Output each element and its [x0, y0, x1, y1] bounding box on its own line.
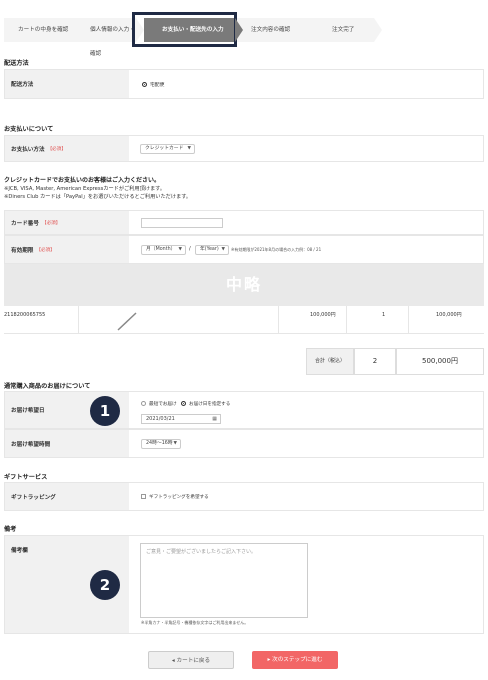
card-number-row: カード番号 【必須】 [4, 210, 484, 235]
back-to-cart-button[interactable]: ◂ カートに戻る [148, 651, 234, 669]
expiry-label: 有効期限 【必須】 [5, 236, 129, 263]
gift-wrapping-option[interactable]: ギフトラッピングを希望する [141, 494, 209, 500]
gift-label: ギフトラッピング [5, 483, 129, 510]
chevron-down-icon: ▼ [178, 247, 182, 252]
payment-method-select[interactable]: クレジットカード ▼ [140, 144, 195, 154]
product-price: 100,000円 [310, 312, 336, 318]
expiry-separator: / [189, 246, 191, 252]
step-cart: カートの中身を確認 [4, 18, 84, 42]
remarks-textarea[interactable]: ご意見・ご要望がございましたらご記入下さい。 [140, 543, 308, 618]
step-label: 個人情報の入力・確認 [90, 27, 135, 57]
option-specify-label: お届け日を指定する [189, 402, 231, 407]
product-qty: 1 [382, 312, 386, 318]
table-divider [408, 306, 409, 334]
expiry-label-text: 有効期限 [11, 247, 34, 254]
expiry-row: 有効期限 【必須】 月（Month） ▼ / 年(Year) ▼ ※有効期限が2021… [4, 235, 484, 264]
total-qty: 2 [354, 348, 396, 375]
chevron-down-icon: ▼ [221, 247, 225, 252]
delivery-time-label-text: お届け希望時間 [11, 441, 51, 448]
delivery-time-label: お届け希望時間 [5, 430, 129, 457]
regular-delivery-section-title: 通常購入商品のお届けについて [4, 383, 91, 390]
step-personal-info: 個人情報の入力・確認 [76, 18, 144, 57]
payment-select-value: クレジットカード [145, 146, 184, 151]
delivery-option[interactable]: 宅配便 [142, 81, 164, 88]
step-label: カートの中身を確認 [18, 27, 69, 33]
table-divider [278, 306, 279, 334]
delivery-time-value: 24時〜16時 [146, 441, 173, 446]
required-badge: 【必須】 [41, 220, 61, 226]
month-select-value: 月（Month） [146, 247, 176, 252]
payment-label-text: お支払い方法 [11, 146, 45, 153]
product-subtotal: 100,000円 [436, 312, 462, 318]
chevron-down-icon: ▼ [173, 441, 177, 446]
checkout-steps: カートの中身を確認 個人情報の入力・確認 お支払い・配送先の入力 注文内容の確認… [4, 18, 482, 57]
chevron-down-icon: ▼ [187, 146, 191, 151]
delivery-date-value: 2021/03/21 [146, 416, 175, 422]
checkbox-icon[interactable] [141, 494, 146, 499]
next-button-label: 次のステップに進む [272, 657, 323, 663]
back-button-label: カートに戻る [176, 658, 211, 664]
omitted-section-banner: 中略 [4, 264, 484, 306]
gift-row: ギフトラッピング ギフトラッピングを希望する [4, 482, 484, 511]
delivery-option-label: 宅配便 [150, 83, 165, 88]
option-earliest-label: 最短でお届け [149, 402, 177, 407]
table-divider [78, 306, 79, 334]
annotation-badge-2: 2 [90, 570, 120, 600]
expiry-month-select[interactable]: 月（Month） ▼ [141, 245, 186, 255]
expiry-year-select[interactable]: 年(Year) ▼ [195, 245, 229, 255]
table-divider [346, 306, 347, 334]
next-step-button[interactable]: ▸ 次のステップに進む [252, 651, 338, 669]
product-image [117, 312, 137, 331]
delivery-date-label-text: お届け希望日 [11, 408, 45, 414]
card-number-label-text: カード番号 [11, 220, 39, 227]
delivery-section-title: 配送方法 [4, 60, 29, 67]
card-number-input[interactable] [141, 218, 223, 228]
delivery-row: 配送方法 宅配便 [4, 69, 484, 99]
expiry-note: ※有効期限が2021年8月の場合の入力例：08 / 21 [231, 247, 322, 252]
delivery-time-row: お届け希望時間 24時〜16時 ▼ [4, 429, 484, 458]
table-row: 2118200065755 100,000円 1 100,000円 [4, 306, 484, 334]
remarks-label-text: 備考欄 [11, 548, 28, 554]
total-amount: 500,000円 [396, 348, 484, 375]
delivery-label: 配送方法 [5, 70, 129, 98]
gift-option-label: ギフトラッピングを希望する [149, 495, 209, 500]
product-code: 2118200065755 [4, 312, 46, 318]
remarks-section-title: 備考 [4, 526, 17, 533]
delivery-date-row: お届け希望日 最短でお届け お届け日を指定する 2021/03/21 ▦ [4, 391, 484, 429]
payment-row: お支払い方法 【必須】 クレジットカード ▼ [4, 135, 484, 162]
calendar-icon[interactable]: ▦ [212, 415, 217, 423]
required-badge: 【必須】 [36, 247, 55, 253]
radio-icon[interactable] [141, 401, 146, 406]
step-label: 注文内容の確認 [251, 27, 291, 33]
step-confirm: 注文内容の確認 [235, 18, 318, 42]
radio-icon[interactable] [142, 82, 147, 87]
step-complete: 注文完了 [310, 18, 382, 42]
required-badge: 【必須】 [47, 146, 66, 152]
card-number-label: カード番号 【必須】 [5, 211, 129, 234]
option-specify-date[interactable]: お届け日を指定する [181, 401, 230, 407]
card-note-1: ※JCB, VISA, Master, American Expressカードが… [4, 186, 166, 192]
radio-icon[interactable] [181, 401, 186, 406]
delivery-time-select[interactable]: 24時〜16時 ▼ [141, 439, 181, 449]
remarks-note: ※半角カナ・半角記号・機種依存文字はご利用出来ません。 [141, 620, 249, 625]
step-label: 注文完了 [332, 27, 355, 33]
gift-section-title: ギフトサービス [4, 474, 48, 481]
delivery-date-input[interactable]: 2021/03/21 ▦ [141, 414, 221, 424]
delivery-label-text: 配送方法 [11, 82, 34, 88]
card-heading: クレジットカードでお支払いのお客様はご入力ください。 [4, 177, 161, 184]
card-notes: ※JCB, VISA, Master, American Expressカードが… [4, 185, 191, 201]
year-select-value: 年(Year) [200, 247, 219, 252]
card-note-2: ※Diners Club カードは「PayPal」をお選びいただけるとご利用いた… [4, 194, 192, 200]
remarks-placeholder: ご意見・ご要望がございましたらご記入下さい。 [146, 549, 257, 555]
gift-label-text: ギフトラッピング [11, 494, 56, 501]
payment-label: お支払い方法 【必須】 [5, 136, 129, 161]
payment-section-title: お支払いについて [4, 126, 54, 133]
annotation-badge-1: 1 [90, 396, 120, 426]
current-step-highlight [132, 12, 237, 47]
option-earliest[interactable]: 最短でお届け [141, 401, 177, 407]
total-label: 合計（税込） [306, 348, 354, 375]
